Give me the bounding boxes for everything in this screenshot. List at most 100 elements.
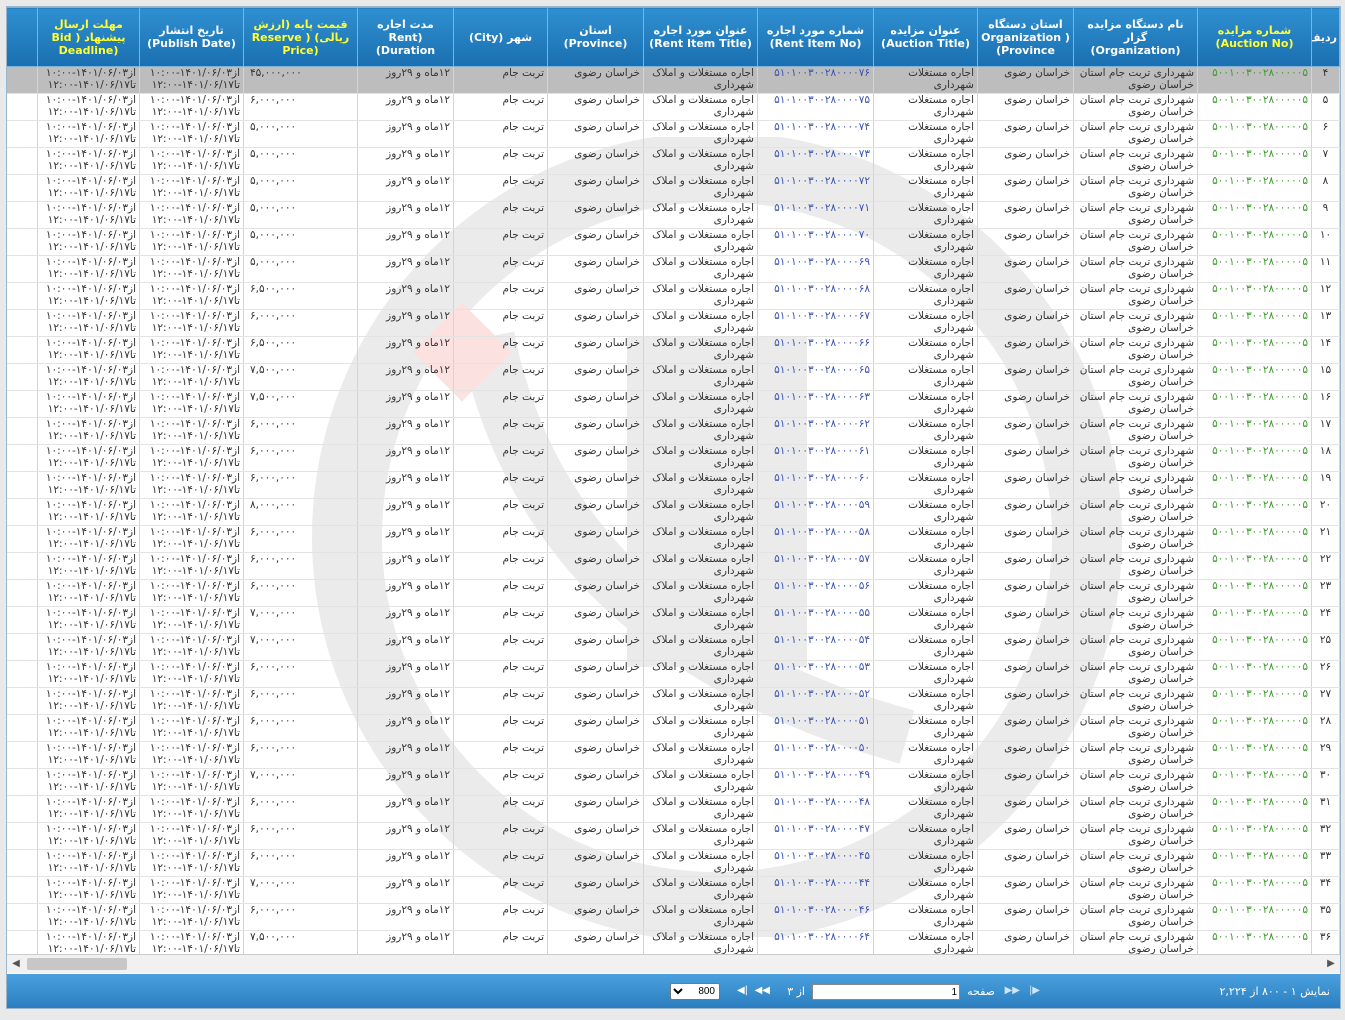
bid-deadline: از۱۴۰۱/۰۶/۰۳-۱۰:۰۰ تا۱۴۰۱/۰۶/۱۷-۱۲:۰۰	[37, 390, 140, 418]
bid-deadline-text: از۱۴۰۱/۰۶/۰۳-۱۰:۰۰	[45, 553, 136, 565]
table-row[interactable]: ۱۱ ۵۰۰۱۰۰۳۰۰۲۸۰۰۰۰۰۵ شهرداری تربت جام استا…	[7, 255, 1340, 283]
rent-duration: ۱۲ماه و ۲۹روز	[357, 282, 454, 310]
table-row[interactable]: ۷ ۵۰۰۱۰۰۳۰۰۲۸۰۰۰۰۰۵ شهرداری تربت جام استان…	[7, 147, 1340, 175]
table-row[interactable]: ۳۳ ۵۰۰۱۰۰۳۰۰۲۸۰۰۰۰۰۵ شهرداری تربت جام استا…	[7, 849, 1340, 877]
column-header-7[interactable]: استان (Province)	[547, 7, 644, 67]
table-row[interactable]: ۱۷ ۵۰۰۱۰۰۳۰۰۲۸۰۰۰۰۰۵ شهرداری تربت جام استا…	[7, 417, 1340, 445]
auction-title: اجاره مستغلات شهرداری	[873, 66, 978, 94]
table-row[interactable]: ۳۵ ۵۰۰۱۰۰۳۰۰۲۸۰۰۰۰۰۵ شهرداری تربت جام استا…	[7, 903, 1340, 931]
rent-item-title: اجاره مستغلات و املاک شهرداری	[643, 606, 758, 634]
column-header-4[interactable]: عنوان مزایده (Auction Title)	[873, 7, 978, 67]
table-row[interactable]: ۱۴ ۵۰۰۱۰۰۳۰۰۲۸۰۰۰۰۰۵ شهرداری تربت جام استا…	[7, 336, 1340, 364]
column-header-9[interactable]: مدت اجاره (Rent Duration)	[357, 7, 454, 67]
rent-duration-text: ۱۲ماه و ۲۹روز	[386, 742, 450, 754]
bid-deadline-text: تا۱۴۰۱/۰۶/۱۷-۱۲:۰۰	[47, 538, 136, 550]
auction-title-text: شهرداری	[933, 565, 974, 577]
table-row[interactable]: ۶ ۵۰۰۱۰۰۳۰۰۲۸۰۰۰۰۰۵ شهرداری تربت جام استان…	[7, 120, 1340, 148]
column-header-0[interactable]: ردیف	[1311, 7, 1340, 67]
table-row[interactable]: ۱۳ ۵۰۰۱۰۰۳۰۰۲۸۰۰۰۰۰۵ شهرداری تربت جام استا…	[7, 309, 1340, 337]
publish-date-text: تا۱۴۰۱/۰۶/۱۷-۱۲:۰۰	[151, 160, 240, 172]
table-row[interactable]: ۲۷ ۵۰۰۱۰۰۳۰۰۲۸۰۰۰۰۰۵ شهرداری تربت جام استا…	[7, 687, 1340, 715]
table-row[interactable]: ۲۴ ۵۰۰۱۰۰۳۰۰۲۸۰۰۰۰۰۵ شهرداری تربت جام استا…	[7, 606, 1340, 634]
table-row[interactable]: ۲۱ ۵۰۰۱۰۰۳۰۰۲۸۰۰۰۰۰۵ شهرداری تربت جام استا…	[7, 525, 1340, 553]
rent-item-title-text: اجاره مستغلات و املاک	[652, 553, 754, 565]
column-header-2[interactable]: نام دستگاه مزایده گزار (Organization)	[1073, 7, 1198, 67]
org-province-text: خراسان رضوی	[1004, 472, 1070, 484]
table-row[interactable]: ۳۲ ۵۰۰۱۰۰۳۰۰۲۸۰۰۰۰۰۵ شهرداری تربت جام استا…	[7, 822, 1340, 850]
page-size-select[interactable]: 800	[670, 983, 720, 1000]
reserve-price-text: ۴۵,۰۰۰,۰۰۰	[250, 67, 302, 79]
row-index: ۵	[1311, 93, 1340, 121]
column-header-5[interactable]: شماره مورد اجاره (Rent Item No)	[757, 7, 874, 67]
table-row[interactable]: ۱۹ ۵۰۰۱۰۰۳۰۰۲۸۰۰۰۰۰۵ شهرداری تربت جام استا…	[7, 471, 1340, 499]
rent-item-title-text: شهرداری	[713, 808, 754, 820]
rent-item-no-link-text: ۵۱۰۱۰۰۳۰۰۲۸۰۰۰۰۵۳	[774, 661, 870, 673]
bid-deadline-text: از۱۴۰۱/۰۶/۰۳-۱۰:۰۰	[45, 904, 136, 916]
column-header-6[interactable]: عنوان مورد اجاره (Rent Item Title)	[643, 7, 758, 67]
table-row[interactable]: ۱۶ ۵۰۰۱۰۰۳۰۰۲۸۰۰۰۰۰۵ شهرداری تربت جام استا…	[7, 390, 1340, 418]
table-row[interactable]: ۱۲ ۵۰۰۱۰۰۳۰۰۲۸۰۰۰۰۰۵ شهرداری تربت جام استا…	[7, 282, 1340, 310]
column-header-12[interactable]: مهلت ارسال پیشنهاد ( Bid (Deadline	[37, 7, 140, 67]
org-province-text: خراسان رضوی	[1004, 310, 1070, 322]
column-header-10[interactable]: قیمت پایه (ارزش ریالی) ( Reserve (Price	[243, 7, 358, 67]
table-row[interactable]: ۵ ۵۰۰۱۰۰۳۰۰۲۸۰۰۰۰۰۵ شهرداری تربت جام استان…	[7, 93, 1340, 121]
rent-item-title-text: شهرداری	[713, 700, 754, 712]
rent-item-no-link: ۵۱۰۱۰۰۳۰۰۲۸۰۰۰۰۷۴	[757, 120, 874, 148]
organization: شهرداری تربت جام استان خراسان رضوی	[1073, 768, 1198, 796]
rent-item-title: اجاره مستغلات و املاک شهرداری	[643, 525, 758, 553]
table-row[interactable]: ۹ ۵۰۰۱۰۰۳۰۰۲۸۰۰۰۰۰۵ شهرداری تربت جام استان…	[7, 201, 1340, 229]
auction-title: اجاره مستغلات شهرداری	[873, 552, 978, 580]
table-row[interactable]: ۲۸ ۵۰۰۱۰۰۳۰۰۲۸۰۰۰۰۰۵ شهرداری تربت جام استا…	[7, 714, 1340, 742]
table-row[interactable]: ۳۶ ۵۰۰۱۰۰۳۰۰۲۸۰۰۰۰۰۵ شهرداری تربت جام استا…	[7, 930, 1340, 954]
table-row[interactable]: ۲۹ ۵۰۰۱۰۰۳۰۰۲۸۰۰۰۰۰۵ شهرداری تربت جام استا…	[7, 741, 1340, 769]
reserve-price-text: ۶,۰۰۰,۰۰۰	[250, 796, 297, 808]
column-header-11[interactable]: تاریخ انتشار (Publish Date)	[139, 7, 244, 67]
table-row[interactable]: ۲۰ ۵۰۰۱۰۰۳۰۰۲۸۰۰۰۰۰۵ شهرداری تربت جام استا…	[7, 498, 1340, 526]
row-index: ۳۵	[1311, 903, 1340, 931]
page-number-input[interactable]	[812, 984, 960, 1000]
last-page-icon[interactable]: |◀	[737, 985, 748, 996]
table-row[interactable]: ۴ ۵۰۰۱۰۰۳۰۰۲۸۰۰۰۰۰۵ شهرداری تربت جام استان…	[7, 66, 1340, 94]
column-header-3[interactable]: استان دستگاه Organization ) (Province	[977, 7, 1074, 67]
table-row[interactable]: ۲۳ ۵۰۰۱۰۰۳۰۰۲۸۰۰۰۰۰۵ شهرداری تربت جام استا…	[7, 579, 1340, 607]
table-row[interactable]: ۱۰ ۵۰۰۱۰۰۳۰۰۲۸۰۰۰۰۰۵ شهرداری تربت جام استا…	[7, 228, 1340, 256]
next-page-icon[interactable]: ◀◀	[755, 985, 770, 996]
city: تربت جام	[453, 417, 548, 445]
horizontal-scrollbar[interactable]: ◀ ▶	[7, 954, 1340, 973]
column-header-13[interactable]: late	[7, 7, 38, 67]
first-page-icon[interactable]: ▶|	[1029, 985, 1040, 996]
auction-title-text: اجاره مستغلات	[908, 364, 974, 376]
publish-date-text: تا۱۴۰۱/۰۶/۱۷-۱۲:۰۰	[151, 214, 240, 226]
publish-date: از۱۴۰۱/۰۶/۰۳-۱۰:۰۰ تا۱۴۰۱/۰۶/۱۷-۱۲:۰۰	[139, 525, 244, 553]
auction-title: اجاره مستغلات شهرداری	[873, 201, 978, 229]
publish-date-text: از۱۴۰۱/۰۶/۰۳-۱۰:۰۰	[149, 283, 240, 295]
table-row[interactable]: ۸ ۵۰۰۱۰۰۳۰۰۲۸۰۰۰۰۰۵ شهرداری تربت جام استان…	[7, 174, 1340, 202]
organization-text: شهرداری تربت جام استان	[1079, 499, 1194, 511]
table-row[interactable]: ۲۵ ۵۰۰۱۰۰۳۰۰۲۸۰۰۰۰۰۵ شهرداری تربت جام استا…	[7, 633, 1340, 661]
scroll-right-icon[interactable]: ▶	[1324, 957, 1338, 971]
table-row[interactable]: ۳۰ ۵۰۰۱۰۰۳۰۰۲۸۰۰۰۰۰۵ شهرداری تربت جام استا…	[7, 768, 1340, 796]
auction-no-link: ۵۰۰۱۰۰۳۰۰۲۸۰۰۰۰۰۵	[1197, 336, 1312, 364]
column-header-1[interactable]: شماره مزایده (Auction No)	[1197, 7, 1312, 67]
extra-date	[7, 795, 38, 823]
table-row[interactable]: ۱۸ ۵۰۰۱۰۰۳۰۰۲۸۰۰۰۰۰۵ شهرداری تربت جام استا…	[7, 444, 1340, 472]
column-header-8[interactable]: شهر (City)	[453, 7, 548, 67]
scrollbar-thumb[interactable]	[27, 958, 127, 970]
extra-date	[7, 336, 38, 364]
table-row[interactable]: ۳۴ ۵۰۰۱۰۰۳۰۰۲۸۰۰۰۰۰۵ شهرداری تربت جام استا…	[7, 876, 1340, 904]
organization-text: خراسان رضوی	[1128, 781, 1194, 793]
grid-panel: ردیفشماره مزایده(Auction No)نام دستگاه م…	[6, 6, 1341, 1009]
reserve-price-text: ۶,۰۰۰,۰۰۰	[250, 580, 297, 592]
rent-duration-text: ۱۲ماه و ۲۹روز	[386, 175, 450, 187]
table-row[interactable]: ۳۱ ۵۰۰۱۰۰۳۰۰۲۸۰۰۰۰۰۵ شهرداری تربت جام استا…	[7, 795, 1340, 823]
scroll-left-icon[interactable]: ◀	[9, 957, 23, 971]
rent-item-title: اجاره مستغلات و املاک شهرداری	[643, 201, 758, 229]
table-row[interactable]: ۲۲ ۵۰۰۱۰۰۳۰۰۲۸۰۰۰۰۰۵ شهرداری تربت جام استا…	[7, 552, 1340, 580]
rent-item-no-link: ۵۱۰۱۰۰۳۰۰۲۸۰۰۰۰۵۲	[757, 687, 874, 715]
prev-page-icon[interactable]: ▶▶	[1005, 985, 1020, 996]
publish-date: از۱۴۰۱/۰۶/۰۳-۱۰:۰۰ تا۱۴۰۱/۰۶/۱۷-۱۲:۰۰	[139, 741, 244, 769]
reserve-price: ۵,۰۰۰,۰۰۰	[243, 255, 358, 283]
column-header-fa: شماره مزایده	[1217, 24, 1292, 37]
table-row[interactable]: ۲۶ ۵۰۰۱۰۰۳۰۰۲۸۰۰۰۰۰۵ شهرداری تربت جام استا…	[7, 660, 1340, 688]
table-row[interactable]: ۱۵ ۵۰۰۱۰۰۳۰۰۲۸۰۰۰۰۰۵ شهرداری تربت جام استا…	[7, 363, 1340, 391]
